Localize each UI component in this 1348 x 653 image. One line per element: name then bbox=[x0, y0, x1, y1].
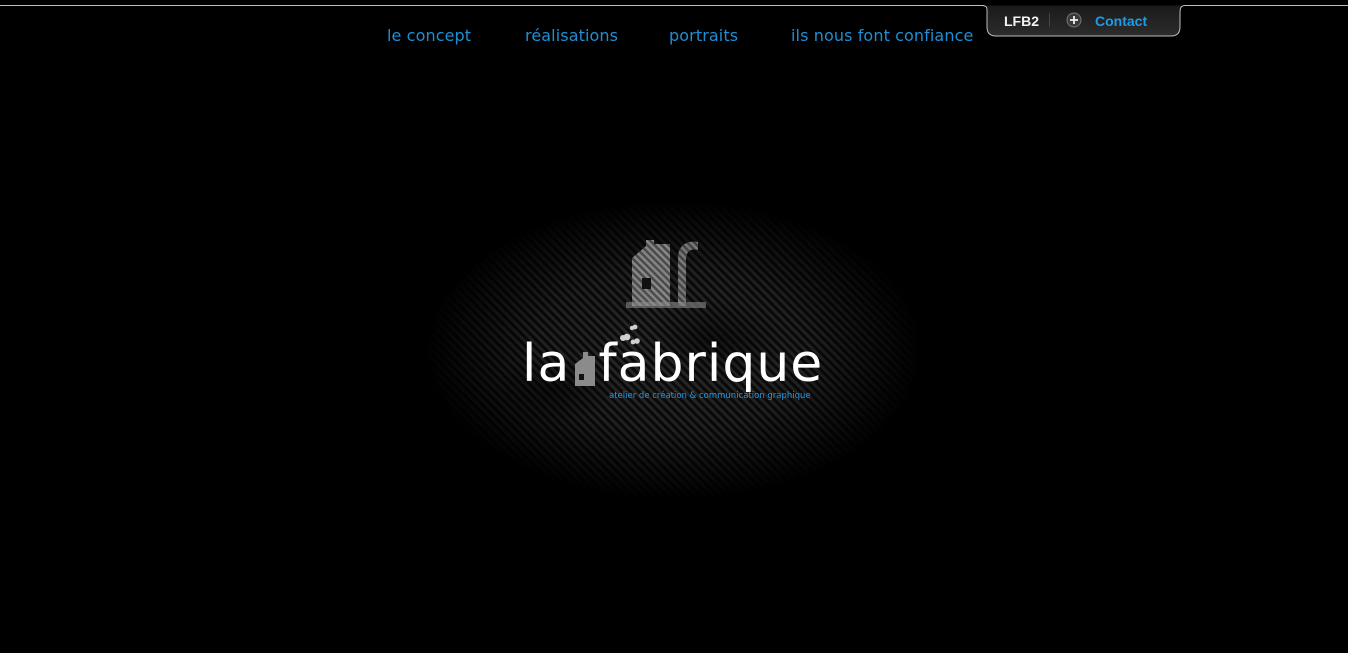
nav-item-realisations[interactable]: réalisations bbox=[525, 26, 618, 45]
plus-circle-icon[interactable] bbox=[1066, 12, 1082, 28]
la-fabrique-logo[interactable]: la fabrique atelier de création & communi… bbox=[520, 320, 823, 410]
top-border-line bbox=[0, 5, 984, 6]
lfb2-link[interactable]: LFB2 bbox=[1004, 13, 1039, 29]
logo-fabrique: fabrique bbox=[598, 334, 824, 394]
nav-item-portraits[interactable]: portraits bbox=[669, 26, 738, 45]
factory-watermark-icon bbox=[626, 240, 706, 308]
nav-item-ils-nous-font-confiance[interactable]: ils nous font confiance bbox=[791, 26, 973, 45]
logo-wordmark: la fabrique bbox=[522, 334, 823, 394]
nav-item-le-concept[interactable]: le concept bbox=[387, 26, 471, 45]
header-tab: LFB2 Contact bbox=[982, 5, 1185, 37]
page: le concept réalisations portraits ils no… bbox=[0, 0, 1348, 653]
logo-tagline: atelier de création & communication grap… bbox=[609, 391, 811, 401]
contact-link[interactable]: Contact bbox=[1095, 13, 1147, 29]
tab-divider bbox=[1049, 13, 1050, 27]
logo-la: la bbox=[522, 334, 571, 394]
top-border-line-right bbox=[1184, 5, 1348, 6]
